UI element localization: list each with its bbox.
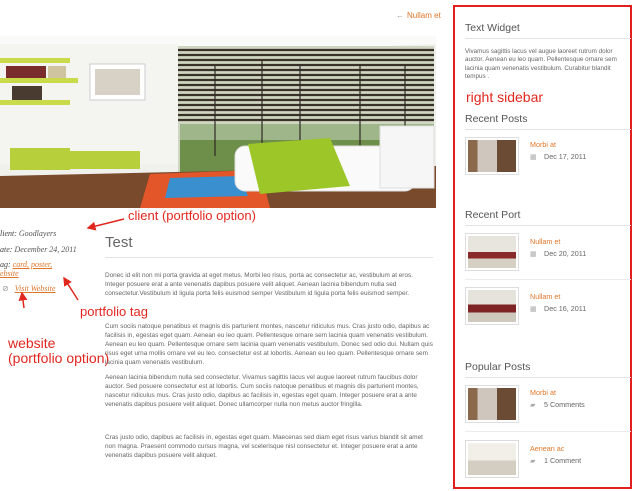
article-paragraph: Aenean lacinia bibendum nulla sed consec… [105,374,419,408]
annotation-tag: portfolio tag [80,304,148,319]
recent-port-title: Recent Port [465,209,521,221]
post-thumbnail[interactable] [465,385,519,423]
port-date: ▦ Dec 16, 2011 [530,304,586,313]
post-date-text: Dec 17, 2011 [544,152,587,161]
article-title: Test [105,234,133,251]
divider [465,38,631,39]
comment-icon: ▰ [530,457,536,465]
annotation-sidebar: right sidebar [466,89,544,105]
port-date-text: Dec 20, 2011 [544,249,587,258]
post-link[interactable]: Morbi at [530,140,556,149]
calendar-icon: ▦ [530,305,537,313]
post-thumbnail[interactable] [465,137,519,175]
text-widget-body: Vivamus sagittis lacus vel augue laoreet… [465,48,617,81]
divider [465,279,631,280]
post-thumbnail[interactable] [465,440,519,478]
article-paragraph: Donec id elit non mi porta gravida at eg… [105,272,413,297]
post-comments-text: 5 Comments [544,400,585,409]
port-date-text: Dec 16, 2011 [544,304,587,313]
annotation-client: client (portfolio option) [128,208,256,223]
divider [465,377,631,378]
port-link[interactable]: Nullam et [530,292,560,301]
post-link[interactable]: Morbi at [530,388,556,397]
port-thumbnail[interactable] [465,233,519,271]
popular-posts-title: Popular Posts [465,361,531,373]
post-date: ▦ Dec 17, 2011 [530,152,586,161]
post-link[interactable]: Aenean ac [530,444,564,453]
port-link[interactable]: Nullam et [530,237,560,246]
comment-icon: ▰ [530,401,536,409]
article-paragraph: Cras justo odio, dapibus ac facilisis in… [105,434,423,459]
divider [465,431,631,432]
article-paragraph: Cum sociis natoque penatibus et magnis d… [105,323,433,366]
annotation-website-line1: website [8,335,56,351]
title-divider [105,257,433,258]
calendar-icon: ▦ [530,250,537,258]
port-thumbnail[interactable] [465,287,519,325]
divider [465,129,631,130]
post-comments: ▰ 1 Comment [530,456,581,465]
port-date: ▦ Dec 20, 2011 [530,249,586,258]
divider [465,225,631,226]
post-comments-text: 1 Comment [544,456,582,465]
recent-posts-title: Recent Posts [465,113,528,125]
calendar-icon: ▦ [530,153,537,161]
text-widget-title: Text Widget [465,22,520,34]
annotation-website-line2: (portfolio option) [8,350,110,366]
post-comments: ▰ 5 Comments [530,400,585,409]
